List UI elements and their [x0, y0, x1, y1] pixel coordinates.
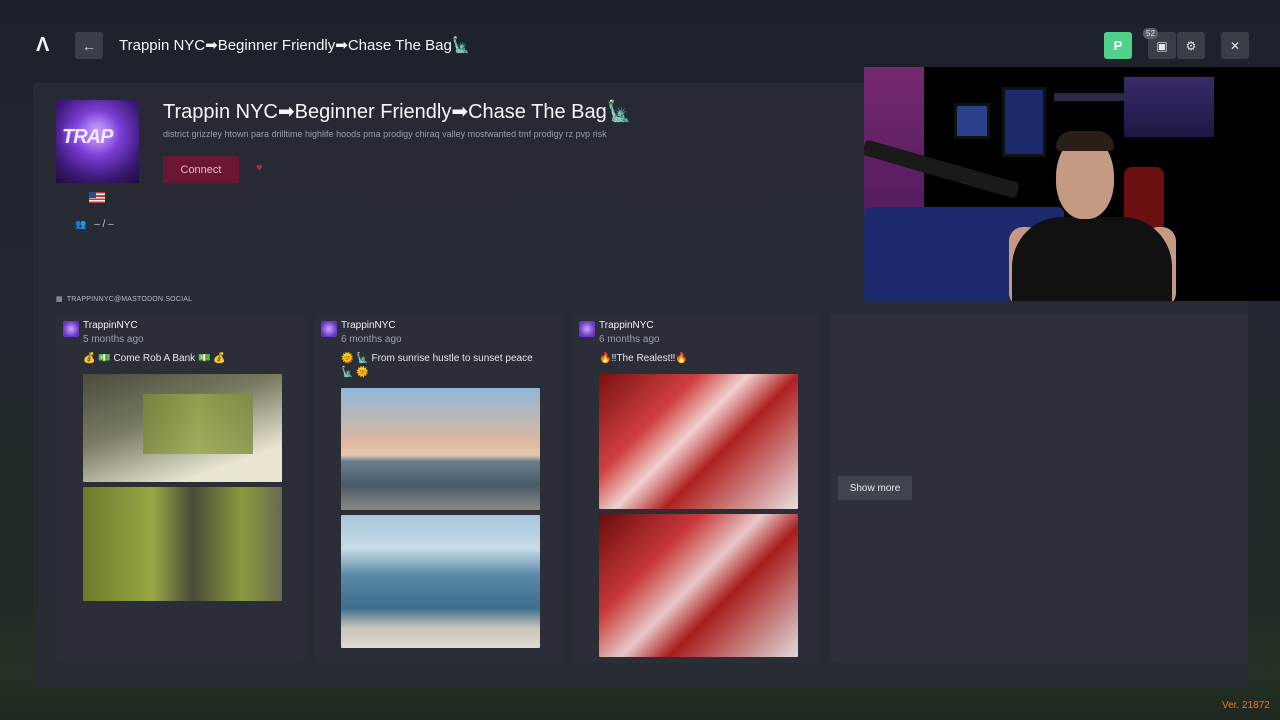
- post-image[interactable]: [341, 388, 540, 510]
- queue-count-badge: 52: [1143, 28, 1158, 39]
- post-time: 6 months ago: [341, 334, 402, 345]
- post-image[interactable]: [599, 514, 798, 657]
- show-more-button[interactable]: Show more: [838, 476, 912, 500]
- post-text: 🌞 🗽 From sunrise hustle to sunset peace …: [341, 353, 533, 378]
- webcam-overlay: [864, 67, 1280, 301]
- window-title: Trappin NYC➡Beginner Friendly➡Chase The …: [119, 37, 471, 54]
- post-image[interactable]: [341, 515, 540, 648]
- profile-avatar[interactable]: P: [1104, 32, 1132, 59]
- post-image[interactable]: [83, 487, 282, 601]
- post-username: TrappinNYC: [341, 320, 396, 331]
- post-avatar: [63, 321, 79, 337]
- post-time: 6 months ago: [599, 334, 660, 345]
- server-title: Trappin NYC➡Beginner Friendly➡Chase The …: [163, 101, 632, 123]
- us-flag-icon: [89, 192, 105, 203]
- post-avatar: [579, 321, 595, 337]
- app-logo-icon[interactable]: Λ: [36, 34, 56, 56]
- post-image[interactable]: [599, 374, 798, 509]
- post-username: TrappinNYC: [83, 320, 138, 331]
- feed-handle[interactable]: ▦ TRAPPINNYC@MASTODON.SOCIAL: [56, 295, 193, 304]
- settings-gear-icon[interactable]: ⚙: [1177, 32, 1205, 59]
- feed-post[interactable]: TrappinNYC 6 months ago 🔥‼The Realest‼🔥: [572, 313, 821, 663]
- server-banner-text: TRAP: [62, 126, 113, 148]
- post-text: 🔥‼The Realest‼🔥: [599, 353, 688, 364]
- feed-post[interactable]: TrappinNYC 6 months ago 🌞 🗽 From sunrise…: [314, 313, 564, 663]
- post-image[interactable]: [83, 374, 282, 482]
- post-username: TrappinNYC: [599, 320, 654, 331]
- feed-post[interactable]: TrappinNYC 5 months ago 💰 💵 Come Rob A B…: [56, 313, 305, 663]
- mastodon-icon: ▦: [56, 296, 63, 303]
- post-time: 5 months ago: [83, 334, 144, 345]
- feed-handle-label: TRAPPINNYC@MASTODON.SOCIAL: [66, 295, 193, 303]
- favorite-heart-icon[interactable]: ♥: [256, 162, 263, 174]
- post-avatar: [321, 321, 337, 337]
- players-icon: 👥: [75, 219, 87, 229]
- players-value: – / –: [94, 219, 114, 230]
- close-icon[interactable]: ✕: [1221, 32, 1249, 59]
- server-tags: district grizzley htown para drilltime h…: [163, 129, 607, 139]
- version-label: Ver. 21872: [1222, 700, 1270, 711]
- back-button[interactable]: ←: [75, 32, 103, 59]
- connect-button[interactable]: Connect: [163, 156, 239, 183]
- player-count: 👥 – / –: [75, 219, 114, 230]
- post-text: 💰 💵 Come Rob A Bank 💵 💰: [83, 353, 226, 364]
- server-banner-image: TRAP: [56, 100, 139, 183]
